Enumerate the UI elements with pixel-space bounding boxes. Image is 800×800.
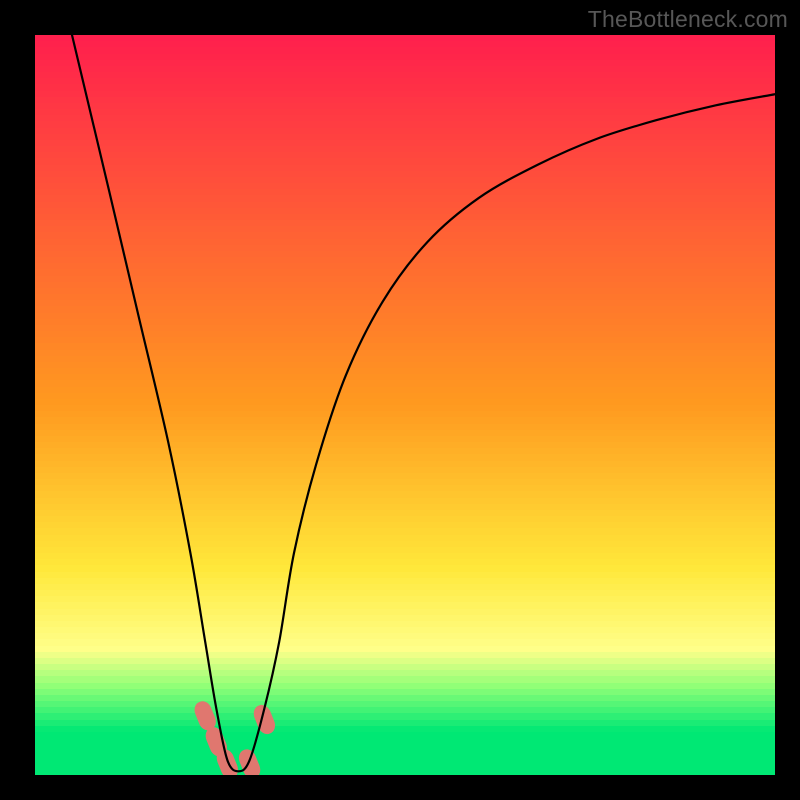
curve-path: [72, 35, 775, 771]
watermark-text: TheBottleneck.com: [588, 6, 788, 33]
bottleneck-curve: [35, 35, 775, 775]
chart-frame: TheBottleneck.com: [0, 0, 800, 800]
plot-area: [35, 35, 775, 775]
